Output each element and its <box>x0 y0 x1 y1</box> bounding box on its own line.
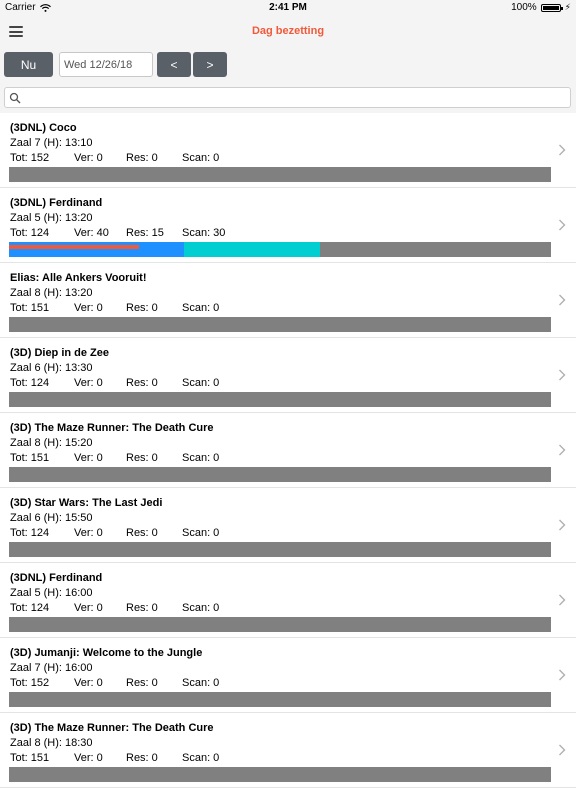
sold-label: Ver: 0 <box>74 152 103 164</box>
search-input[interactable] <box>25 89 566 108</box>
show-row[interactable]: (3DNL) Ferdinand Zaal 5 (H): 16:00 Tot: 12… <box>0 563 576 638</box>
scanned-label: Scan: 0 <box>182 377 220 389</box>
total-label: Tot: 124 <box>10 527 50 539</box>
scanned-label: Scan: 30 <box>182 227 226 239</box>
show-title: Elias: Alle Ankers Vooruit! <box>10 272 147 284</box>
total-label: Tot: 152 <box>10 677 50 689</box>
show-row[interactable]: (3D) Jumanji: Welcome to the Jungle Zaal … <box>0 638 576 713</box>
occupancy-bar <box>9 617 551 632</box>
chevron-right-icon <box>559 519 566 531</box>
scanned-label: Scan: 0 <box>182 452 220 464</box>
chevron-right-icon <box>559 294 566 306</box>
show-hall-time: Zaal 5 (H): 16:00 <box>10 587 93 599</box>
show-row[interactable]: (3D) Diep in de Zee Zaal 6 (H): 13:30 Tot:… <box>0 338 576 413</box>
total-label: Tot: 152 <box>10 152 50 164</box>
scanned-label: Scan: 0 <box>182 302 220 314</box>
next-day-button[interactable]: > <box>193 52 227 77</box>
show-title: (3DNL) Ferdinand <box>10 572 103 584</box>
show-title: (3D) The Maze Runner: The Death Cure <box>10 722 214 734</box>
chevron-right-icon <box>559 669 566 681</box>
chevron-right-icon <box>559 444 566 456</box>
sold-label: Ver: 0 <box>74 677 103 689</box>
occupancy-bar <box>9 542 551 557</box>
total-label: Tot: 124 <box>10 602 50 614</box>
sold-label: Ver: 40 <box>74 227 109 239</box>
sold-label: Ver: 0 <box>74 377 103 389</box>
reserved-label: Res: 0 <box>126 527 158 539</box>
sold-label: Ver: 0 <box>74 452 103 464</box>
occupancy-bar <box>9 692 551 707</box>
status-right: 100% ⚡ <box>511 2 571 13</box>
nav-bar: Dag bezetting <box>0 16 576 48</box>
scanned-label: Scan: 0 <box>182 602 220 614</box>
show-hall-time: Zaal 8 (H): 13:20 <box>10 287 93 299</box>
sold-label: Ver: 0 <box>74 752 103 764</box>
total-label: Tot: 151 <box>10 452 50 464</box>
occupancy-bar <box>9 467 551 482</box>
occupancy-bar <box>9 767 551 782</box>
status-time: 2:41 PM <box>269 2 307 13</box>
sold-segment <box>9 245 139 249</box>
total-label: Tot: 124 <box>10 377 50 389</box>
battery-icon <box>540 3 563 12</box>
reserved-label: Res: 0 <box>126 377 158 389</box>
show-hall-time: Zaal 8 (H): 18:30 <box>10 737 93 749</box>
scanned-label: Scan: 0 <box>182 152 220 164</box>
total-label: Tot: 151 <box>10 752 50 764</box>
show-hall-time: Zaal 6 (H): 15:50 <box>10 512 93 524</box>
show-hall-time: Zaal 8 (H): 15:20 <box>10 437 93 449</box>
show-row[interactable]: (3D) The Maze Runner: The Death Cure Zaal… <box>0 713 576 788</box>
show-title: (3DNL) Ferdinand <box>10 197 103 209</box>
sold-label: Ver: 0 <box>74 302 103 314</box>
reserved-label: Res: 15 <box>126 227 164 239</box>
sold-label: Ver: 0 <box>74 602 103 614</box>
show-title: (3DNL) Coco <box>10 122 77 134</box>
battery-percent: 100% <box>511 2 537 13</box>
date-field[interactable] <box>59 52 153 77</box>
reserved-label: Res: 0 <box>126 752 158 764</box>
search-icon <box>9 92 21 104</box>
scanned-label: Scan: 0 <box>182 527 220 539</box>
page-title: Dag bezetting <box>251 25 325 37</box>
show-row[interactable]: (3DNL) Ferdinand Zaal 5 (H): 13:20 Tot: 12… <box>0 188 576 263</box>
reserved-label: Res: 0 <box>126 452 158 464</box>
show-title: (3D) Jumanji: Welcome to the Jungle <box>10 647 203 659</box>
total-label: Tot: 151 <box>10 302 50 314</box>
show-title: (3D) Diep in de Zee <box>10 347 110 359</box>
occupancy-bar <box>9 242 551 257</box>
charging-icon: ⚡ <box>564 2 571 12</box>
show-row[interactable]: Elias: Alle Ankers Vooruit! Zaal 8 (H): 1… <box>0 263 576 338</box>
show-row[interactable]: (3DNL) Coco Zaal 7 (H): 13:10 Tot: 152 Ver:… <box>0 113 576 188</box>
show-row[interactable]: (3D) Star Wars: The Last Jedi Zaal 6 (H):… <box>0 488 576 563</box>
occupancy-bar <box>9 167 551 182</box>
chevron-right-icon <box>559 144 566 156</box>
show-hall-time: Zaal 7 (H): 16:00 <box>10 662 93 674</box>
now-button[interactable]: Nu <box>4 52 53 77</box>
previous-day-button[interactable]: < <box>157 52 191 77</box>
show-title: (3D) The Maze Runner: The Death Cure <box>10 422 214 434</box>
reserved-label: Res: 0 <box>126 302 158 314</box>
show-hall-time: Zaal 6 (H): 13:30 <box>10 362 93 374</box>
reserved-label: Res: 0 <box>126 602 158 614</box>
show-title: (3D) Star Wars: The Last Jedi <box>10 497 163 509</box>
sold-label: Ver: 0 <box>74 527 103 539</box>
scanned-label: Scan: 0 <box>182 677 220 689</box>
occupancy-bar <box>9 317 551 332</box>
total-label: Tot: 124 <box>10 227 50 239</box>
show-row[interactable]: (3D) The Maze Runner: The Death Cure Zaal… <box>0 413 576 488</box>
show-hall-time: Zaal 5 (H): 13:20 <box>10 212 93 224</box>
occupancy-bar <box>9 392 551 407</box>
chevron-right-icon <box>559 219 566 231</box>
search-bar[interactable] <box>4 87 571 108</box>
chevron-right-icon <box>559 744 566 756</box>
reserved-label: Res: 0 <box>126 677 158 689</box>
reserved-label: Res: 0 <box>126 152 158 164</box>
scanned-label: Scan: 0 <box>182 752 220 764</box>
chevron-right-icon <box>559 594 566 606</box>
show-list: (3DNL) Coco Zaal 7 (H): 13:10 Tot: 152 Ver:… <box>0 113 576 788</box>
chevron-right-icon <box>559 369 566 381</box>
status-bar: Carrier 2:41 PM 100% ⚡ <box>0 0 576 16</box>
show-hall-time: Zaal 7 (H): 13:10 <box>10 137 93 149</box>
